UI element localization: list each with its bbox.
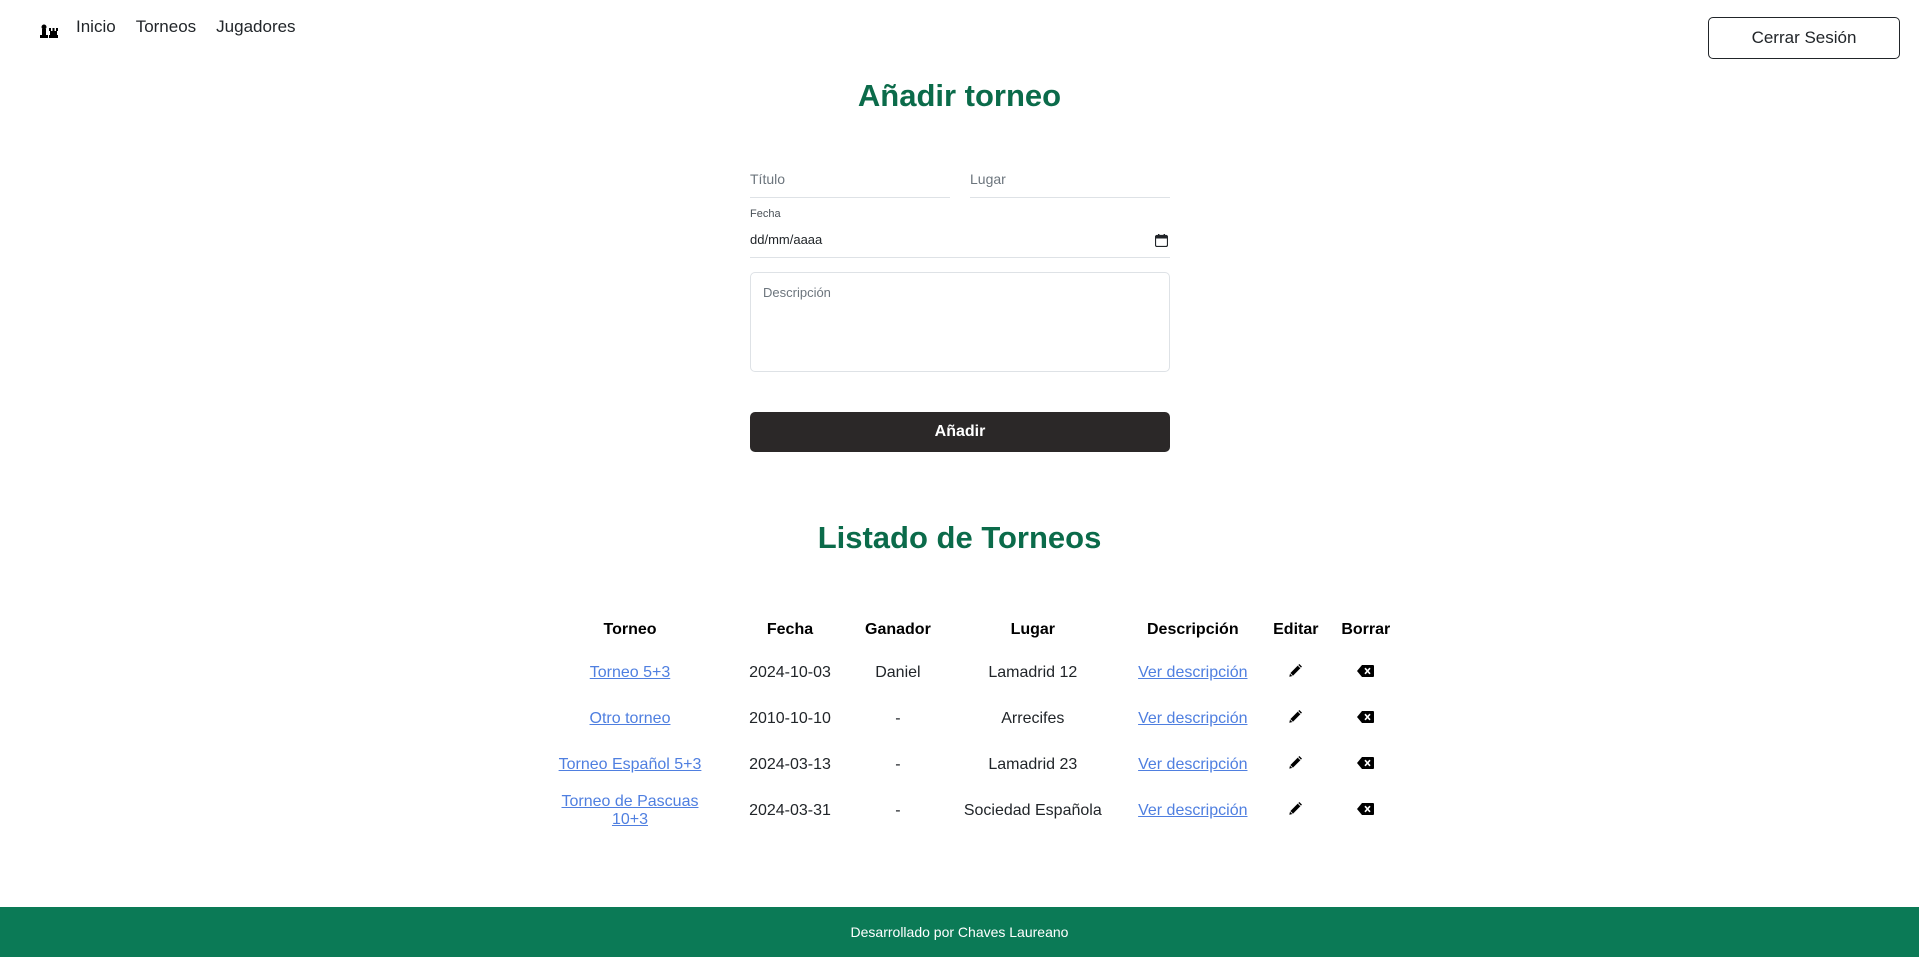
ganador-cell: - xyxy=(895,756,901,773)
fecha-cell: 2024-03-31 xyxy=(749,802,831,819)
header-torneo: Torneo xyxy=(603,621,657,638)
backspace-delete-icon[interactable] xyxy=(1357,665,1375,677)
add-button[interactable]: Añadir xyxy=(750,412,1170,452)
ganador-cell: - xyxy=(895,710,901,727)
header-borrar: Borrar xyxy=(1341,621,1391,638)
view-description-link[interactable]: Ver descripción xyxy=(1138,802,1247,819)
view-description-link[interactable]: Ver descripción xyxy=(1138,664,1247,681)
chess-pieces-icon[interactable] xyxy=(40,20,58,38)
ganador-cell: Daniel xyxy=(875,664,921,681)
backspace-delete-icon[interactable] xyxy=(1357,711,1375,723)
logout-button[interactable]: Cerrar Sesión xyxy=(1708,17,1900,59)
fecha-value[interactable]: dd/mm/aaaa xyxy=(750,232,822,247)
add-tournament-title: Añadir torneo xyxy=(857,78,1062,113)
fecha-field[interactable]: Fecha dd/mm/aaaa xyxy=(750,208,1170,258)
tournament-list-title: Listado de Torneos xyxy=(817,520,1102,555)
add-tournament-form: Fecha dd/mm/aaaa Añadir xyxy=(750,160,1170,452)
fecha-cell: 2010-10-10 xyxy=(749,710,831,727)
tournament-link[interactable]: Torneo de Pascuas 10+3 xyxy=(562,793,699,828)
tournaments-table: Torneo Fecha Ganador Lugar Descripción E… xyxy=(535,610,1401,834)
footer-credit: Desarrollado por Chaves Laureano xyxy=(850,924,1069,940)
lugar-cell: Lamadrid 23 xyxy=(988,756,1078,773)
header-descripcion: Descripción xyxy=(1147,621,1239,638)
nav-link-inicio[interactable]: Inicio xyxy=(76,17,116,37)
header-fecha: Fecha xyxy=(766,621,814,638)
table-row: Otro torneo 2010-10-10 - Arrecifes Ver d… xyxy=(535,696,1401,742)
table-header-row: Torneo Fecha Ganador Lugar Descripción E… xyxy=(535,610,1401,650)
pencil-icon[interactable] xyxy=(1288,663,1303,678)
ganador-cell: - xyxy=(895,802,901,819)
lugar-cell: Arrecifes xyxy=(1001,710,1065,727)
lugar-cell: Sociedad Española xyxy=(963,802,1102,819)
header-lugar: Lugar xyxy=(1010,621,1056,638)
footer: Desarrollado por Chaves Laureano xyxy=(0,907,1919,957)
pencil-icon[interactable] xyxy=(1288,801,1303,816)
fecha-cell: 2024-03-13 xyxy=(749,756,831,773)
header-editar: Editar xyxy=(1273,621,1319,638)
nav-link-torneos[interactable]: Torneos xyxy=(136,17,196,37)
nav-link-jugadores[interactable]: Jugadores xyxy=(216,17,295,37)
table-row: Torneo 5+3 2024-10-03 Daniel Lamadrid 12… xyxy=(535,650,1401,696)
descripcion-textarea[interactable] xyxy=(750,272,1170,372)
calendar-icon[interactable] xyxy=(1154,232,1169,251)
fecha-cell: 2024-10-03 xyxy=(749,664,831,681)
fecha-label: Fecha xyxy=(750,208,781,220)
lugar-input[interactable] xyxy=(970,160,1170,198)
titulo-input[interactable] xyxy=(750,160,950,198)
header-ganador: Ganador xyxy=(865,621,931,638)
tournament-link[interactable]: Torneo 5+3 xyxy=(590,664,671,681)
tournament-link[interactable]: Otro torneo xyxy=(590,710,671,727)
backspace-delete-icon[interactable] xyxy=(1357,803,1375,815)
view-description-link[interactable]: Ver descripción xyxy=(1138,756,1247,773)
pencil-icon[interactable] xyxy=(1288,755,1303,770)
view-description-link[interactable]: Ver descripción xyxy=(1138,710,1247,727)
table-row: Torneo de Pascuas 10+3 2024-03-31 - Soci… xyxy=(535,788,1401,834)
backspace-delete-icon[interactable] xyxy=(1357,757,1375,769)
tournament-link[interactable]: Torneo Español 5+3 xyxy=(559,756,702,773)
pencil-icon[interactable] xyxy=(1288,709,1303,724)
lugar-cell: Lamadrid 12 xyxy=(988,664,1078,681)
table-row: Torneo Español 5+3 2024-03-13 - Lamadrid… xyxy=(535,742,1401,788)
navbar: Inicio Torneos Jugadores Cerrar Sesión xyxy=(0,0,1919,60)
